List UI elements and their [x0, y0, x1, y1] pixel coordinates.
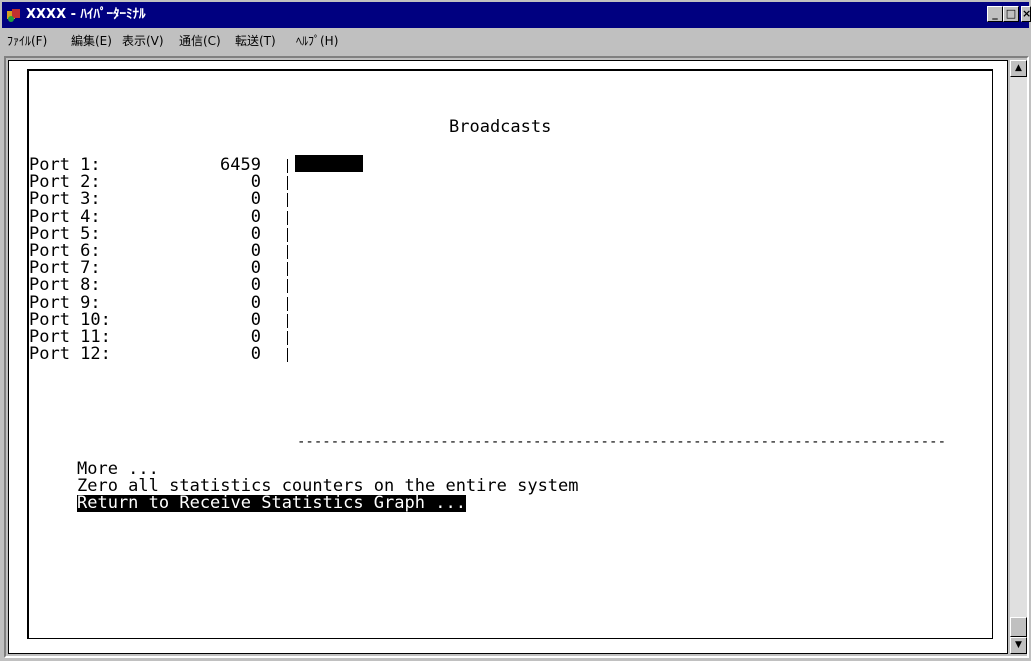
app-window: XXXX - ﾊｲﾊﾟｰﾀｰﾐﾅﾙ _ □ × ﾌｧｲﾙ(F) 編集(E) 表示… [0, 0, 1031, 661]
close-button[interactable]: × [1021, 6, 1031, 22]
port-label: Port 12: [29, 344, 111, 365]
hyperterminal-app-icon[interactable] [6, 7, 22, 23]
graph-baseline: ----------------------------------------… [297, 435, 947, 449]
menu-help[interactable]: ﾍﾙﾌﾟ(H) [296, 34, 338, 48]
graph-axis-tick [287, 245, 288, 259]
menu-option-return-graph[interactable]: Return to Receive Statistics Graph ... [77, 495, 466, 512]
port-label: Port 8: [29, 275, 101, 296]
scroll-down-icon[interactable]: ▼ [1010, 637, 1027, 654]
graph-axis-tick [287, 193, 288, 208]
graph-axis-tick [287, 348, 288, 363]
port-count: 0 [250, 275, 261, 296]
title-bar: XXXX - ﾊｲﾊﾟｰﾀｰﾐﾅﾙ _ □ × [2, 2, 1031, 28]
port-bar [295, 155, 363, 172]
menu-comm[interactable]: 通信(C) [179, 34, 221, 48]
terminal-client-area: Broadcasts Port 1: 6459 Port 2: 0 Port 3: 0 Po… [4, 56, 1029, 658]
port-label: Port 3: [29, 189, 101, 210]
menu-transfer[interactable]: 転送(T) [235, 34, 276, 48]
port-count: 0 [250, 344, 261, 365]
terminal-frame: Broadcasts Port 1: 6459 Port 2: 0 Port 3: 0 Po… [27, 69, 993, 639]
menu-edit[interactable]: 編集(E) [71, 34, 112, 48]
menu-file[interactable]: ﾌｧｲﾙ(F) [7, 34, 47, 48]
graph-axis-tick [287, 279, 288, 294]
scroll-up-icon[interactable]: ▲ [1010, 60, 1027, 77]
graph-axis-tick [287, 227, 288, 242]
graph-axis-tick [287, 313, 288, 328]
graph-axis-tick [287, 331, 288, 345]
graph-heading: Broadcasts [449, 117, 552, 137]
graph-axis-tick [287, 176, 288, 191]
vertical-scrollbar[interactable]: ▲ ▼ [1010, 60, 1027, 654]
scroll-thumb[interactable] [1010, 617, 1027, 637]
minimize-button[interactable]: _ [987, 6, 1003, 22]
window-title: XXXX - ﾊｲﾊﾟｰﾀｰﾐﾅﾙ [26, 7, 146, 22]
port-count: 0 [250, 189, 261, 210]
graph-axis-tick [287, 262, 288, 277]
graph-axis-tick [287, 296, 288, 311]
menu-bar: ﾌｧｲﾙ(F) 編集(E) 表示(V) 通信(C) 転送(T) ﾍﾙﾌﾟ(H) [2, 30, 1029, 52]
maximize-button[interactable]: □ [1003, 6, 1019, 22]
terminal-screen[interactable]: Broadcasts Port 1: 6459 Port 2: 0 Port 3: 0 Po… [8, 60, 1008, 654]
graph-axis-tick [287, 159, 288, 173]
menu-view[interactable]: 表示(V) [122, 34, 164, 48]
graph-axis-tick [287, 210, 288, 225]
